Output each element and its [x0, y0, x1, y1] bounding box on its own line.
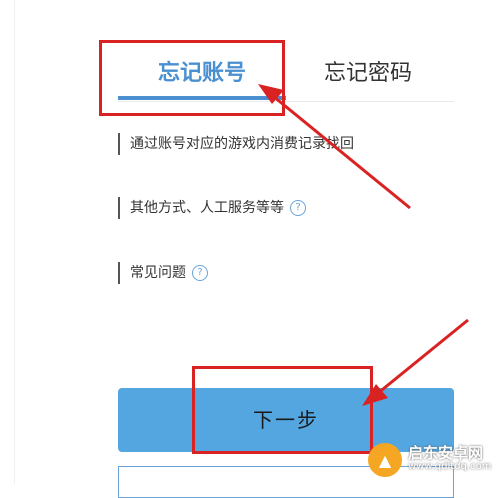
option-consumption-record[interactable]: 通过账号对应的游戏内消费记录找回 — [118, 133, 354, 155]
option-label: 通过账号对应的游戏内消费记录找回 — [130, 136, 354, 152]
annotation-box-next-button — [192, 366, 373, 454]
watermark-text: 启东安卓网 www.qdltdq.com — [408, 446, 491, 474]
page-left-edge — [14, 0, 15, 484]
option-label: 其他方式、人工服务等等 — [130, 200, 284, 216]
watermark-title: 启东安卓网 — [408, 444, 484, 462]
help-icon[interactable]: ? — [290, 200, 306, 216]
tab-forgot-password[interactable]: 忘记密码 — [308, 56, 428, 92]
watermark: ▲ 启东安卓网 www.qdltdq.com — [368, 438, 491, 482]
option-label: 常见问题 — [130, 265, 186, 281]
watermark-logo-icon: ▲ — [368, 443, 402, 477]
option-faq[interactable]: 常见问题? — [118, 262, 208, 284]
help-icon[interactable]: ? — [192, 265, 208, 281]
option-other-methods[interactable]: 其他方式、人工服务等等? — [118, 197, 306, 219]
watermark-url: www.qdltdq.com — [408, 461, 492, 472]
annotation-box-account-tab — [99, 40, 285, 116]
